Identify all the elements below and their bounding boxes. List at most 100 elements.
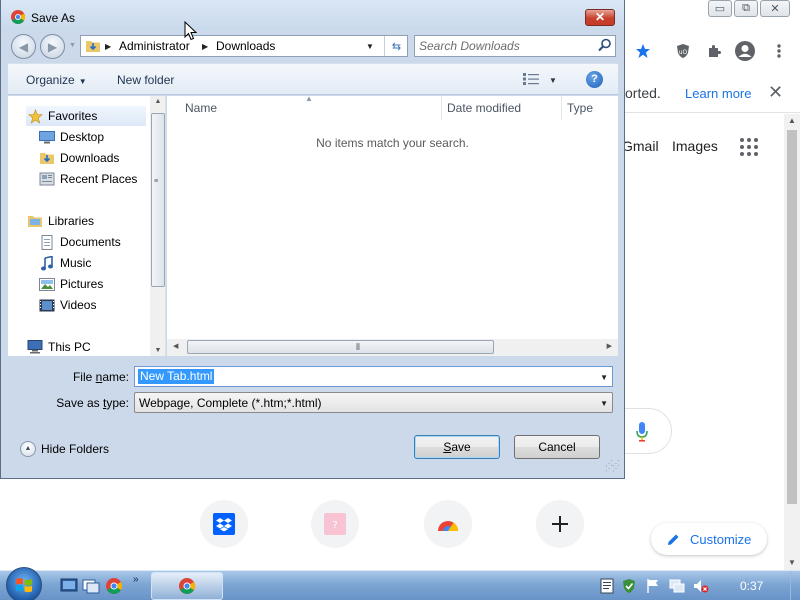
save-button[interactable]: Save bbox=[414, 435, 500, 459]
search-box[interactable] bbox=[414, 35, 616, 57]
nav-desktop[interactable]: Desktop bbox=[38, 127, 165, 147]
nav-favorites[interactable]: Favorites bbox=[26, 106, 146, 126]
libraries-icon bbox=[26, 213, 44, 229]
column-header-name[interactable]: Name ▲ bbox=[167, 94, 442, 120]
shortcut-chrome-store[interactable] bbox=[424, 500, 472, 548]
shortcut-pink-tile[interactable]: ? bbox=[311, 500, 359, 548]
ublock-shield-icon[interactable]: uO bbox=[672, 40, 694, 62]
nav-this-pc[interactable]: This PC bbox=[26, 337, 165, 356]
learn-more-link[interactable]: Learn more bbox=[685, 86, 751, 101]
scroll-up-arrow-icon[interactable]: ▲ bbox=[784, 114, 800, 128]
forward-button[interactable]: ▶ bbox=[40, 34, 65, 59]
change-view-icon[interactable] bbox=[523, 73, 539, 85]
dialog-titlebar[interactable]: Save As ✕ bbox=[1, 0, 624, 30]
nav-item-label: Downloads bbox=[60, 151, 120, 165]
scroll-left-arrow-icon[interactable]: ◀ bbox=[173, 342, 178, 350]
document-tray-icon[interactable] bbox=[599, 578, 615, 594]
nav-downloads[interactable]: Downloads bbox=[38, 148, 165, 168]
save-as-type-dropdown-icon[interactable]: ▼ bbox=[600, 399, 608, 408]
scroll-up-arrow-icon[interactable]: ▲ bbox=[150, 98, 165, 105]
show-desktop-quicklaunch-icon[interactable] bbox=[60, 577, 78, 595]
taskbar-chrome-window[interactable] bbox=[151, 572, 223, 600]
chrome-page-scrollbar[interactable]: ▲ ▼ bbox=[784, 114, 800, 570]
column-header-type[interactable]: Type bbox=[562, 96, 618, 120]
profile-avatar-icon[interactable] bbox=[734, 40, 756, 62]
back-button[interactable]: ◀ bbox=[11, 34, 36, 59]
save-as-type-label: Save as type: bbox=[56, 396, 129, 410]
scroll-right-arrow-icon[interactable]: ▶ bbox=[607, 342, 612, 350]
start-button[interactable] bbox=[6, 567, 42, 600]
show-desktop-button[interactable] bbox=[790, 571, 800, 600]
breadcrumb-arrow-icon[interactable]: ▶ bbox=[202, 42, 208, 51]
customize-button[interactable]: Customize bbox=[651, 523, 767, 555]
downloads-folder-icon bbox=[86, 41, 100, 52]
file-list-horizontal-scrollbar[interactable]: ◀ ⦀ ▶ bbox=[167, 339, 618, 356]
resize-grip-icon[interactable]: ⋰⋰ ⋰⋰ bbox=[605, 460, 620, 473]
scroll-down-arrow-icon[interactable]: ▼ bbox=[784, 556, 800, 570]
nav-item-label: Videos bbox=[60, 298, 97, 312]
nav-libraries[interactable]: Libraries bbox=[26, 211, 165, 231]
chrome-menu-icon[interactable] bbox=[768, 40, 790, 62]
search-input[interactable] bbox=[419, 38, 589, 54]
bookmark-star-icon[interactable] bbox=[632, 40, 654, 62]
scrollbar-thumb[interactable]: ⦀ bbox=[187, 340, 494, 354]
pencil-icon bbox=[668, 534, 679, 545]
save-as-type-value: Webpage, Complete (*.htm;*.html) bbox=[139, 396, 322, 410]
breadcrumb-administrator[interactable]: Administrator bbox=[119, 39, 190, 53]
windows-taskbar: » 0:37 bbox=[0, 567, 800, 600]
save-as-type-select[interactable]: Webpage, Complete (*.htm;*.html) ▼ bbox=[134, 392, 613, 413]
nav-videos[interactable]: Videos bbox=[38, 295, 165, 315]
refresh-button[interactable]: ⇆ bbox=[384, 36, 408, 56]
infobar-close-icon[interactable]: ✕ bbox=[768, 82, 783, 103]
voice-search-mic-icon[interactable] bbox=[636, 422, 648, 442]
network-icon[interactable] bbox=[669, 578, 685, 594]
add-shortcut-button[interactable] bbox=[536, 500, 584, 548]
file-name-field[interactable]: New Tab.html ▼ bbox=[134, 366, 613, 387]
file-name-input[interactable]: New Tab.html bbox=[138, 369, 215, 384]
window-switcher-icon[interactable] bbox=[82, 577, 100, 595]
shortcut-dropbox[interactable] bbox=[200, 500, 248, 548]
dropbox-icon bbox=[213, 513, 235, 535]
chrome-quicklaunch-icon[interactable] bbox=[105, 577, 123, 595]
cancel-button[interactable]: Cancel bbox=[514, 435, 600, 459]
help-icon[interactable]: ? bbox=[586, 71, 603, 88]
organize-label: Organize bbox=[26, 73, 75, 87]
minimize-button[interactable]: ▭ bbox=[708, 0, 732, 17]
address-bar[interactable]: ▶ Administrator ▶ Downloads ▼ ⇆ bbox=[80, 35, 408, 57]
column-header-date-modified[interactable]: Date modified bbox=[442, 96, 562, 120]
nav-item-label: Documents bbox=[60, 235, 121, 249]
nav-recent-places[interactable]: Recent Places bbox=[38, 169, 165, 189]
scroll-down-arrow-icon[interactable]: ▼ bbox=[150, 347, 165, 354]
scrollbar-thumb[interactable] bbox=[787, 130, 797, 504]
organize-button[interactable]: Organize ▼ bbox=[26, 73, 87, 87]
hide-folders-button[interactable]: ▲ Hide Folders bbox=[20, 441, 109, 457]
nav-item-label: Libraries bbox=[48, 214, 95, 228]
nav-pictures[interactable]: Pictures bbox=[38, 274, 165, 294]
file-name-dropdown-icon[interactable]: ▼ bbox=[600, 373, 608, 382]
nav-item-label: Recent Places bbox=[60, 172, 138, 186]
google-apps-icon[interactable] bbox=[740, 138, 758, 156]
taskbar-clock[interactable]: 0:37 bbox=[740, 579, 763, 593]
navigation-pane-scrollbar[interactable]: ▲ ≡ ▼ bbox=[150, 96, 165, 356]
nav-music[interactable]: Music bbox=[38, 253, 165, 273]
file-list-pane[interactable]: Name ▲ Date modified Type No items match… bbox=[167, 94, 618, 356]
images-link[interactable]: Images bbox=[672, 138, 718, 154]
recent-locations-dropdown-icon[interactable]: ▼ bbox=[69, 42, 76, 49]
action-center-flag-icon[interactable] bbox=[645, 578, 661, 594]
taskbar-more-chevron[interactable]: » bbox=[133, 574, 139, 585]
search-icon[interactable] bbox=[598, 38, 612, 52]
nav-documents[interactable]: Documents bbox=[38, 232, 165, 252]
dialog-close-button[interactable]: ✕ bbox=[585, 9, 615, 26]
restore-button[interactable]: ⧉ bbox=[734, 0, 758, 17]
views-dropdown-icon[interactable]: ▼ bbox=[549, 76, 557, 85]
breadcrumb-arrow-icon[interactable]: ▶ bbox=[105, 42, 111, 51]
extensions-puzzle-icon[interactable] bbox=[703, 40, 725, 62]
breadcrumb-downloads[interactable]: Downloads bbox=[216, 39, 275, 53]
address-dropdown-icon[interactable]: ▼ bbox=[366, 42, 374, 51]
security-shield-check-icon[interactable] bbox=[621, 578, 637, 594]
new-folder-button[interactable]: New folder bbox=[117, 73, 174, 87]
scrollbar-thumb[interactable] bbox=[151, 113, 165, 287]
volume-muted-icon[interactable] bbox=[693, 578, 709, 594]
gmail-link[interactable]: Gmail bbox=[622, 138, 659, 154]
chrome-close-button[interactable]: ✕ bbox=[760, 0, 790, 17]
